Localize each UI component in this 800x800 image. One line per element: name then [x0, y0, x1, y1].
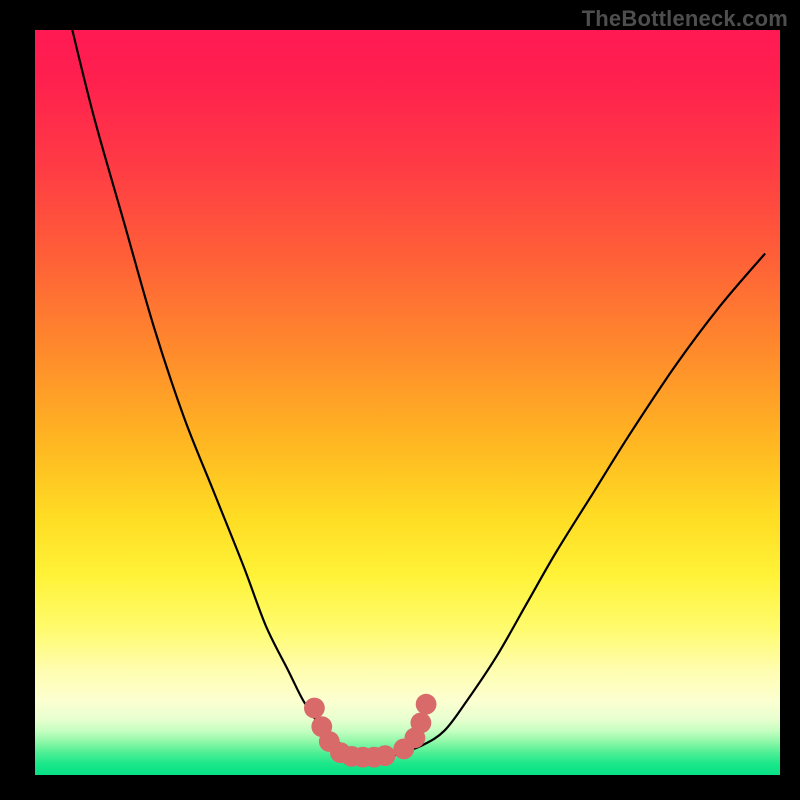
highlight-dot: [411, 713, 432, 734]
bottleneck-curve: [72, 30, 765, 757]
highlight-dot: [416, 694, 437, 715]
bottleneck-curve-svg: [35, 30, 780, 775]
highlight-dots: [304, 694, 437, 768]
chart-frame: TheBottleneck.com: [0, 0, 800, 800]
highlight-dot: [375, 745, 396, 766]
watermark-text: TheBottleneck.com: [582, 6, 788, 32]
highlight-dot: [304, 698, 325, 719]
plot-area: [35, 30, 780, 775]
